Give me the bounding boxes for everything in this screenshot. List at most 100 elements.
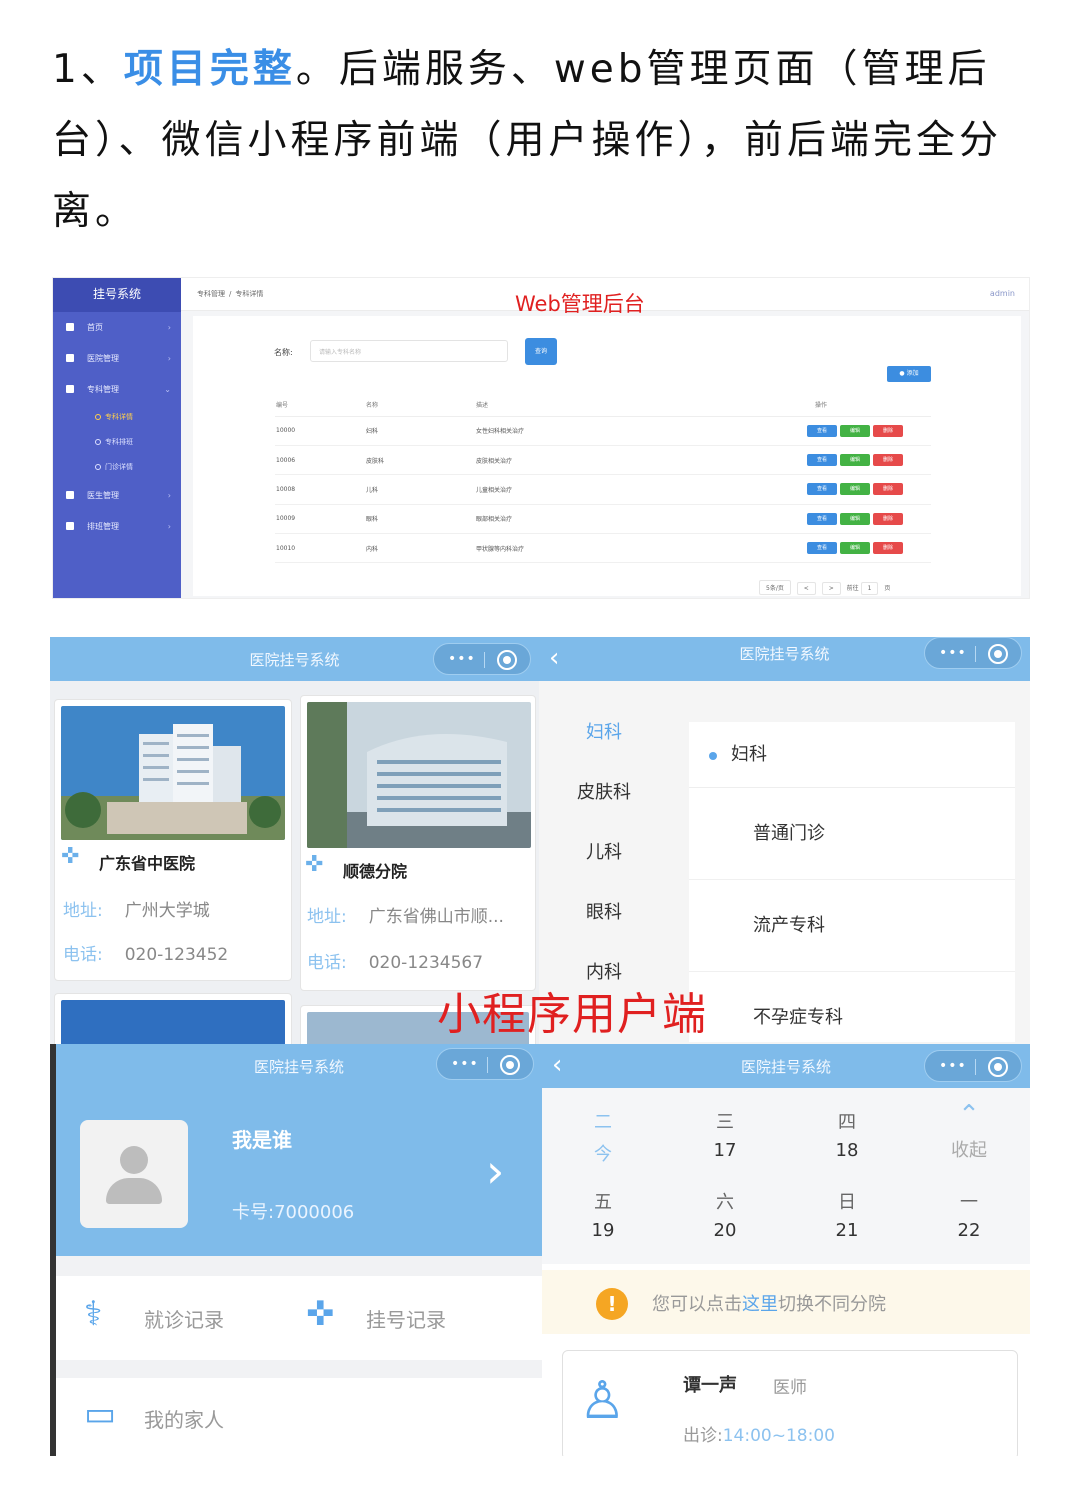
more-icon[interactable]: ••• (939, 1058, 967, 1074)
delete-button[interactable]: 删除 (873, 483, 903, 496)
search-button[interactable]: 查询 (525, 338, 557, 365)
more-icon[interactable]: ••• (448, 651, 476, 667)
close-mini-program-icon[interactable] (988, 644, 1008, 664)
more-icon[interactable]: ••• (939, 645, 967, 661)
registration-record-link[interactable]: 挂号记录 (366, 1304, 446, 1333)
chevron-right-icon[interactable]: › (486, 1144, 504, 1198)
close-mini-program-icon[interactable] (500, 1055, 520, 1075)
hospital-name: 广东省中医院 (99, 854, 196, 873)
hospital-card[interactable]: ✜ 顺德分院 地址: 广东省佛山市顺... 电话: 020-1234567 (300, 695, 536, 991)
visit-record-link[interactable]: 就诊记录 (144, 1304, 224, 1333)
prev-page-button[interactable]: < (796, 582, 816, 595)
capsule-menu[interactable]: ••• (436, 1048, 534, 1080)
sidebar-sub-clinic-detail[interactable]: 门诊详情 (53, 455, 181, 480)
column-header: 名称 (365, 393, 475, 417)
breadcrumb-item[interactable]: 专科管理 (197, 290, 225, 298)
family-row[interactable]: ▭ 我的家人 (56, 1378, 542, 1456)
delete-button[interactable]: 删除 (873, 542, 903, 555)
calendar-day[interactable]: 三 17 (664, 1094, 786, 1174)
weekday-label: 二 (594, 1112, 612, 1133)
edit-button[interactable]: 编辑 (840, 512, 870, 525)
sub-specialty-item[interactable]: 普通门诊 (689, 788, 1015, 880)
admin-sidebar: 挂号系统 首页 › 医院管理 › 专科管理 ⌄ 专科详情 专科排班 门诊详情 医生管理… (53, 278, 181, 598)
doctor-card[interactable]: ♙ 谭一声 医师 出诊:14:00~18:00 (562, 1350, 1018, 1456)
selected-department-label: 妇科 (731, 744, 767, 765)
more-icon[interactable]: ••• (451, 1056, 479, 1072)
hours-value: 14:00~18:00 (722, 1426, 835, 1446)
card-number: 卡号:7000006 (232, 1198, 354, 1224)
web-overlay-title: Web管理后台 (515, 292, 645, 316)
calendar-day[interactable]: 日 21 (786, 1174, 908, 1254)
collapse-calendar-button[interactable]: ⌃ 收起 (908, 1094, 1030, 1174)
building-icon (66, 354, 74, 362)
sidebar-sub-specialty-schedule[interactable]: 专科排班 (53, 430, 181, 455)
calendar-day[interactable]: 二今 (542, 1094, 664, 1174)
delete-button[interactable]: 删除 (873, 454, 903, 467)
capsule-menu[interactable]: ••• (433, 643, 531, 675)
close-mini-program-icon[interactable] (497, 650, 517, 670)
phone-label: 电话: (307, 953, 347, 973)
user-name: 我是谁 (232, 1128, 292, 1152)
doctor-name: 谭一声 (683, 1375, 737, 1396)
sub-specialty-item[interactable]: 流产专科 (689, 880, 1015, 972)
avatar[interactable] (80, 1120, 188, 1228)
department-item[interactable]: 儿科 (539, 823, 669, 883)
calendar-day[interactable]: 六 20 (664, 1174, 786, 1254)
delete-button[interactable]: 删除 (873, 512, 903, 525)
table-cell-desc: 女性妇科相关治疗 (475, 416, 711, 446)
sub-specialty-item[interactable]: 不孕症专科 (689, 972, 1015, 1044)
sidebar-item-schedule[interactable]: 排班管理 › (53, 511, 181, 542)
calendar-day[interactable]: 五 19 (542, 1174, 664, 1254)
department-item[interactable]: 皮肤科 (539, 763, 669, 823)
sidebar-sub-specialty-detail[interactable]: 专科详情 (53, 405, 181, 430)
page-size-select[interactable]: 5条/页 (759, 580, 791, 595)
sidebar-item-hospital[interactable]: 医院管理 › (53, 343, 181, 374)
department-item[interactable]: 妇科 (539, 703, 669, 763)
view-button[interactable]: 查看 (807, 454, 837, 467)
calendar-day[interactable]: 一 22 (908, 1174, 1030, 1254)
layers-icon (66, 385, 74, 393)
calendar-day[interactable]: 四 18 (786, 1094, 908, 1174)
hours-label: 出诊: (683, 1426, 723, 1446)
search-input[interactable]: 请输入专科名称 (310, 340, 508, 362)
admin-user[interactable]: admin (990, 289, 1015, 298)
sidebar-item-home[interactable]: 首页 › (53, 312, 181, 343)
phone-label: 电话: (63, 945, 103, 965)
table-cell-desc: 甲状腺等内科治疗 (475, 533, 711, 564)
sidebar-item-label: 专科管理 (87, 385, 119, 394)
profile-header[interactable]: 医院挂号系统 ••• 我是谁 卡号:7000006 › (56, 1044, 542, 1256)
view-button[interactable]: 查看 (807, 424, 837, 437)
table-cell-name: 眼科 (365, 504, 475, 535)
visit-record-icon[interactable]: ⚕ (84, 1294, 102, 1334)
view-button[interactable]: 查看 (807, 512, 837, 525)
view-button[interactable]: 查看 (807, 542, 837, 555)
delete-button[interactable]: 删除 (873, 424, 903, 437)
edit-button[interactable]: 编辑 (840, 424, 870, 437)
goto-label: 前往 (846, 585, 859, 592)
add-button[interactable]: ● 添加 (887, 366, 931, 382)
capsule-menu[interactable]: ••• (924, 1050, 1022, 1082)
page-input[interactable]: 1 (860, 582, 879, 595)
hospital-card[interactable] (54, 993, 292, 1044)
nav-bar: ‹ 医院挂号系统 ••• (539, 637, 1030, 681)
edit-button[interactable]: 编辑 (840, 454, 870, 467)
department-item[interactable]: 眼科 (539, 883, 669, 943)
sidebar-item-specialty[interactable]: 专科管理 ⌄ (53, 374, 181, 405)
registration-record-icon[interactable]: ✜ (306, 1294, 335, 1334)
hospital-card[interactable]: ✜ 广东省中医院 地址: 广州大学城 电话: 020-123452 (54, 699, 292, 981)
capsule-menu[interactable]: ••• (924, 637, 1022, 669)
edit-button[interactable]: 编辑 (840, 483, 870, 496)
hospital-icon: ✜ (61, 844, 80, 869)
sidebar-item-doctor[interactable]: 医生管理 › (53, 480, 181, 511)
next-page-button[interactable]: > (821, 582, 841, 595)
capsule-divider (975, 1059, 976, 1075)
view-button[interactable]: 查看 (807, 483, 837, 496)
doctor-title: 医师 (773, 1378, 807, 1398)
close-mini-program-icon[interactable] (988, 1057, 1008, 1077)
day-label: 18 (835, 1140, 859, 1161)
my-family-link[interactable]: 我的家人 (144, 1404, 224, 1433)
edit-button[interactable]: 编辑 (840, 542, 870, 555)
intro-prefix: 1、 (52, 47, 124, 92)
table-cell-name: 内科 (365, 533, 475, 564)
switch-branch-link[interactable]: 这里 (742, 1294, 778, 1315)
